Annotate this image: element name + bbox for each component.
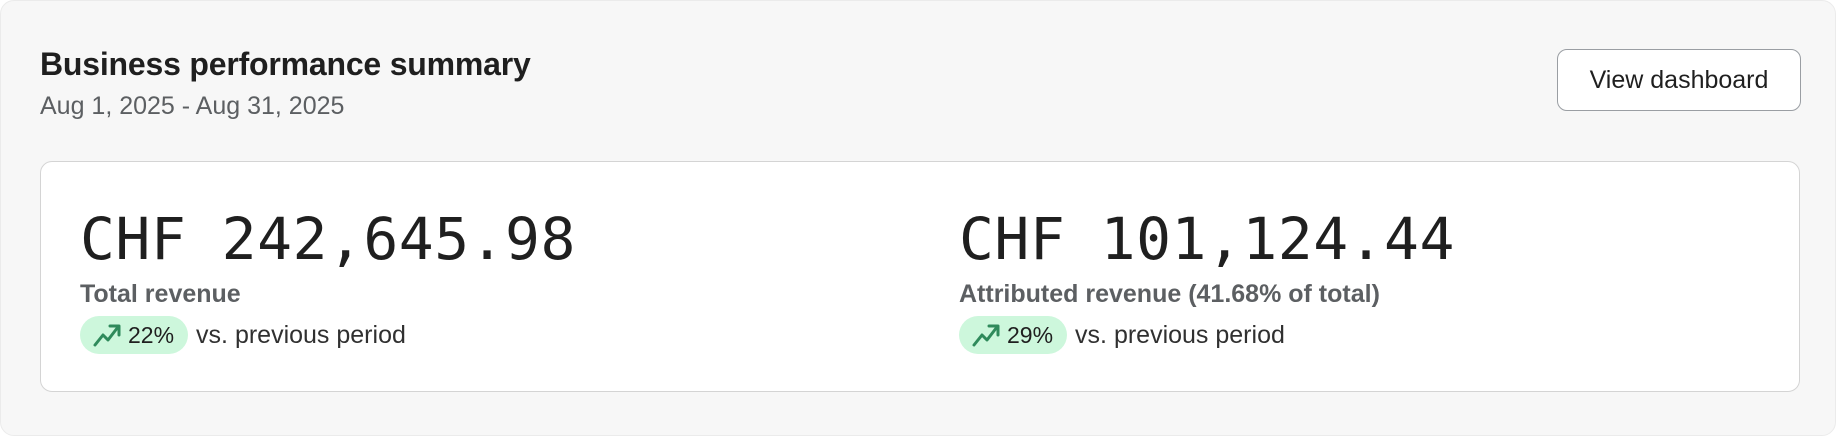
- date-range: Aug 1, 2025 - Aug 31, 2025: [40, 92, 345, 120]
- change-badge: 29%: [959, 316, 1068, 354]
- comparison-text: vs. previous period: [196, 320, 406, 349]
- change-row: 29% vs. previous period: [959, 316, 1455, 354]
- metric-total-revenue: CHF 242,645.98 Total revenue 22% vs. pre…: [80, 204, 576, 354]
- card-title: Business performance summary: [40, 46, 531, 82]
- trending-up-icon: [93, 324, 121, 347]
- view-dashboard-button[interactable]: View dashboard: [1557, 49, 1801, 111]
- change-percent: 29%: [1007, 321, 1054, 348]
- metric-label: Total revenue: [80, 280, 241, 308]
- change-badge: 22%: [80, 316, 189, 354]
- card-header: Business performance summary Aug 1, 2025…: [40, 45, 531, 123]
- trending-up-icon: [972, 324, 1000, 347]
- metrics-panel: CHF 242,645.98 Total revenue 22% vs. pre…: [40, 161, 1800, 392]
- metric-value: CHF 242,645.98: [80, 205, 576, 273]
- change-percent: 22%: [128, 321, 175, 348]
- business-performance-card: Business performance summary Aug 1, 2025…: [0, 0, 1836, 436]
- change-row: 22% vs. previous period: [80, 316, 576, 354]
- metric-value: CHF 101,124.44: [959, 205, 1455, 273]
- metric-attributed-revenue: CHF 101,124.44 Attributed revenue (41.68…: [959, 204, 1455, 354]
- comparison-text: vs. previous period: [1075, 320, 1285, 349]
- metric-label: Attributed revenue (41.68% of total): [959, 280, 1380, 308]
